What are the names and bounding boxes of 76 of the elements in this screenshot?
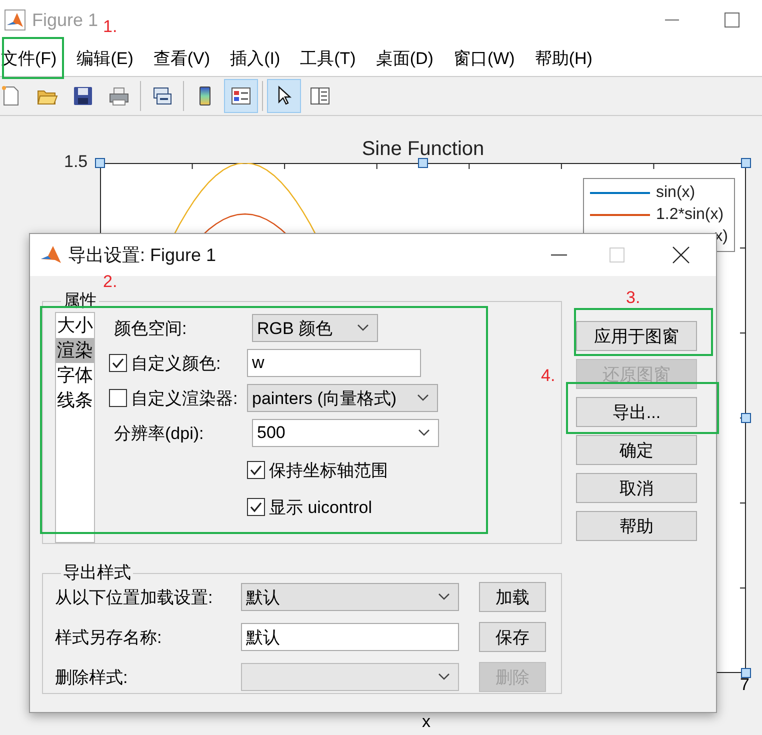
window-title: Figure 1 xyxy=(32,10,98,30)
linked-windows-icon xyxy=(151,85,173,107)
step-number: 2. xyxy=(103,272,118,292)
panel-icon xyxy=(309,85,331,107)
maximize-icon xyxy=(609,247,625,263)
selection-handle[interactable] xyxy=(741,668,751,678)
list-item[interactable]: 渲染 xyxy=(56,338,94,363)
axis-tick-label: 7 xyxy=(740,675,750,694)
selection-handle[interactable] xyxy=(418,158,428,168)
dropdown[interactable]: painters (向量格式) xyxy=(247,384,438,412)
input-field[interactable]: 默认 xyxy=(241,623,459,651)
menu-item[interactable]: 桌面(D) xyxy=(368,46,442,70)
axis-tick-label: 1.5 xyxy=(64,152,88,172)
toolbar-button[interactable] xyxy=(267,79,301,113)
field-label: 从以下位置加载设置: xyxy=(55,586,214,608)
menu-item[interactable]: 工具(T) xyxy=(292,46,364,70)
dialog-button[interactable]: 取消 xyxy=(576,473,697,503)
dialog-button[interactable]: 导出... xyxy=(576,397,697,427)
dialog-button[interactable]: 应用于图窗 xyxy=(576,321,697,351)
menu-item[interactable]: 查看(V) xyxy=(145,46,218,70)
logo-icon xyxy=(40,244,62,266)
group-title: 导出样式 xyxy=(62,564,132,582)
step-number: 4. xyxy=(541,366,556,386)
axis-label: x xyxy=(422,712,430,731)
printer-icon xyxy=(108,85,130,107)
checkbox-label: 显示 uicontrol xyxy=(269,496,372,518)
dialog-button[interactable]: 确定 xyxy=(576,435,697,465)
legend-icon xyxy=(230,85,252,107)
minimize-icon xyxy=(551,254,567,256)
dropdown[interactable]: 默认 xyxy=(241,583,459,611)
caret-icon xyxy=(418,429,430,437)
caret-icon xyxy=(438,593,450,601)
checkbox-label: 保持坐标轴范围 xyxy=(269,460,388,482)
checkbox[interactable] xyxy=(109,354,127,372)
selection-handle[interactable] xyxy=(95,158,105,168)
checkbox-label: 自定义渲染器: xyxy=(131,388,238,410)
menu-item[interactable]: 帮助(H) xyxy=(526,46,600,70)
legend-label: sin(x) xyxy=(656,184,696,202)
logo-icon xyxy=(4,9,26,31)
close-icon xyxy=(672,246,690,264)
caret-icon xyxy=(438,673,450,681)
list-item[interactable]: 线条 xyxy=(56,388,94,413)
menu-item[interactable]: 编辑(E) xyxy=(68,46,142,70)
checkbox-label: 自定义颜色: xyxy=(131,352,221,374)
dialog-button[interactable]: 加载 xyxy=(479,582,546,612)
checkbox[interactable] xyxy=(109,389,127,407)
dialog-button[interactable]: 保存 xyxy=(479,622,546,652)
list-item[interactable]: 字体 xyxy=(56,363,94,388)
checkbox[interactable] xyxy=(247,461,265,479)
minimize-icon xyxy=(665,19,679,21)
selection-handle[interactable] xyxy=(741,413,751,423)
field-label: 删除样式: xyxy=(55,666,129,688)
combo-box[interactable]: 500 xyxy=(252,419,439,447)
plot-title: Sine Function xyxy=(362,138,484,160)
dialog-button[interactable]: 帮助 xyxy=(576,511,697,541)
caret-icon xyxy=(417,394,429,402)
legend-label: 1.2*sin(x) xyxy=(656,206,724,224)
step-number: 1. xyxy=(103,17,118,37)
highlight-frame xyxy=(2,37,64,79)
selection-handle[interactable] xyxy=(741,158,751,168)
dialog-title: 导出设置: Figure 1 xyxy=(68,244,218,267)
field-label: 样式另存名称: xyxy=(55,626,163,648)
menu-item[interactable]: 窗口(W) xyxy=(445,46,523,70)
checkbox[interactable] xyxy=(247,498,265,516)
dropdown[interactable]: RGB 颜色 xyxy=(252,314,378,342)
maximize-icon xyxy=(724,12,740,28)
category-list[interactable]: 大小 渲染 字体 线条 xyxy=(55,312,95,543)
list-item[interactable]: 大小 xyxy=(56,313,94,338)
field-label: 分辨率(dpi): xyxy=(114,422,204,444)
toolbar-button[interactable] xyxy=(224,79,258,113)
input-field[interactable]: w xyxy=(247,349,421,377)
caret-icon xyxy=(357,324,369,332)
step-number: 3. xyxy=(626,288,640,308)
floppy-icon xyxy=(72,85,94,107)
field-label: 颜色空间: xyxy=(114,318,187,340)
menu-item[interactable]: 插入(I) xyxy=(222,46,288,70)
